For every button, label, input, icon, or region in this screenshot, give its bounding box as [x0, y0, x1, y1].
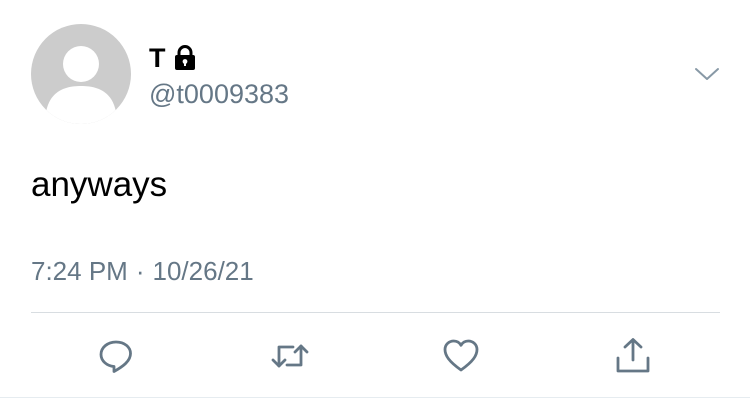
share-icon [616, 338, 650, 373]
tweet-time: 7:24 PM [31, 256, 128, 286]
heart-icon [443, 339, 479, 372]
tweet-text: anyways [31, 165, 168, 204]
reply-icon [99, 340, 132, 373]
chevron-down-icon[interactable] [693, 63, 721, 85]
reply-button[interactable] [96, 336, 136, 376]
like-button[interactable] [441, 336, 481, 376]
lock-icon [174, 45, 196, 71]
retweet-icon [271, 344, 309, 368]
display-name[interactable]: T [149, 42, 166, 74]
bottom-border [0, 397, 750, 398]
share-button[interactable] [613, 336, 653, 376]
tweet-date: 10/26/21 [152, 256, 254, 286]
divider [31, 312, 720, 313]
handle[interactable]: @t0009383 [149, 77, 289, 111]
author-name-row[interactable]: T [149, 42, 196, 74]
default-avatar-icon [45, 46, 117, 124]
retweet-button[interactable] [270, 336, 310, 376]
timestamp-separator: · [135, 256, 145, 286]
avatar[interactable] [31, 24, 131, 124]
timestamp[interactable]: 7:24 PM · 10/26/21 [31, 254, 254, 288]
